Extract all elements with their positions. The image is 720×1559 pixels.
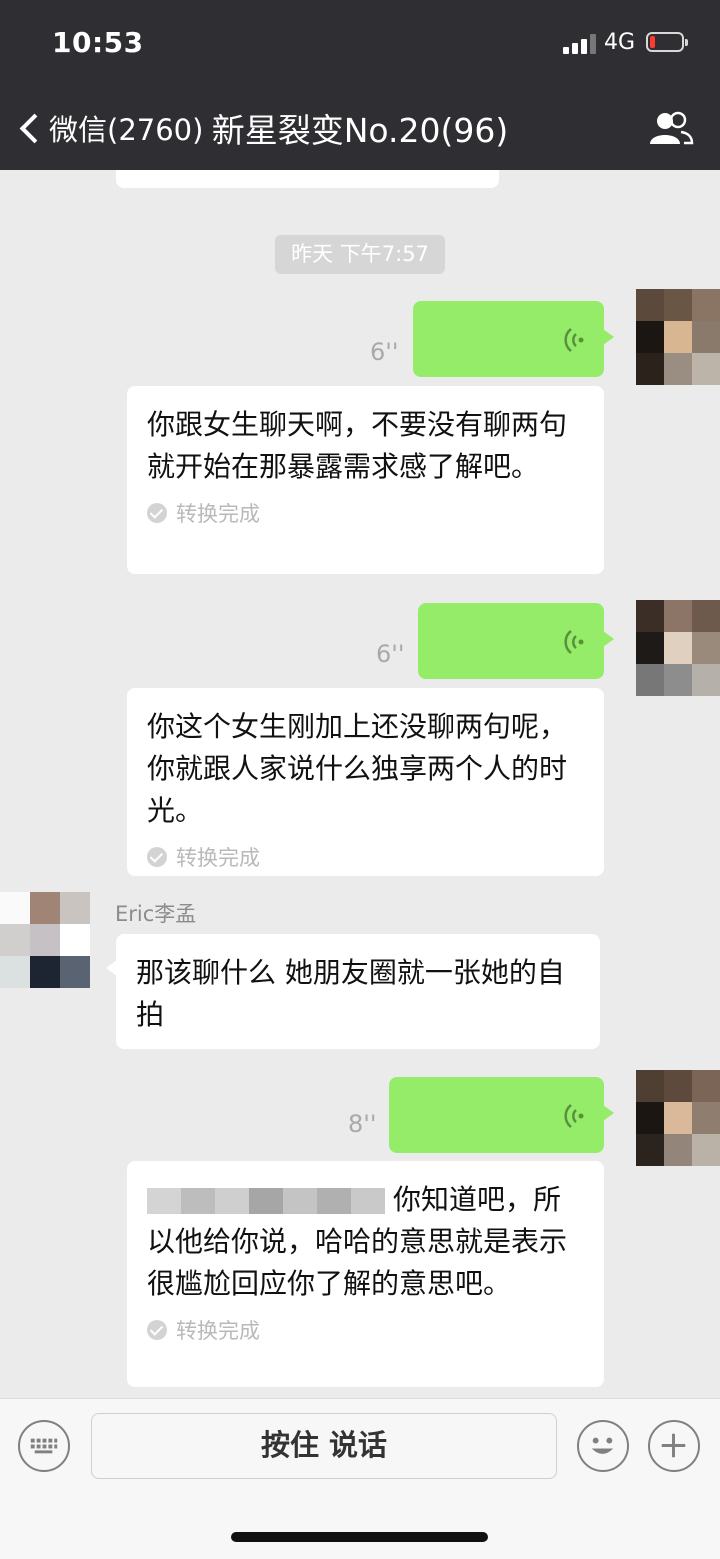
check-icon — [147, 1320, 167, 1340]
conversion-status: 转换完成 — [147, 842, 582, 872]
check-icon — [147, 847, 167, 867]
transcript-bubble[interactable]: 你知道吧，所以他给你说，哈哈的意思就是表示很尴尬回应你了解的意思吧。 转换完成 — [127, 1161, 604, 1387]
chat-area[interactable]: 昨天 下午7:57 6'' 你跟女生聊天啊，不要没有聊两句就开始在那暴露需求感了… — [0, 170, 720, 1398]
more-button[interactable] — [648, 1420, 700, 1472]
conversion-status-label: 转换完成 — [176, 1319, 260, 1343]
hold-to-talk-button[interactable]: 按住 说话 — [91, 1413, 557, 1479]
voice-wave-icon — [564, 328, 584, 352]
voice-duration: 8'' — [348, 1110, 377, 1138]
avatar[interactable] — [0, 892, 90, 988]
chat-title: 新星裂变No.20(96) — [211, 111, 509, 150]
home-indicator[interactable] — [231, 1532, 488, 1542]
conversion-status: 转换完成 — [147, 498, 582, 528]
voice-message-bubble[interactable] — [418, 603, 614, 679]
check-icon — [147, 503, 167, 523]
group-members-icon[interactable] — [648, 110, 694, 146]
transcript-bubble[interactable]: 你这个女生刚加上还没聊两句呢，你就跟人家说什么独享两个人的时光。 转换完成 — [127, 688, 604, 876]
network-label: 4G — [604, 30, 636, 55]
conversion-status-label: 转换完成 — [176, 846, 260, 870]
keyboard-icon — [30, 1438, 58, 1454]
top-bar: 10:53 4G 微信(2760) 新星裂变No.20(96) — [0, 0, 720, 170]
voice-message-bubble[interactable] — [413, 301, 614, 377]
emoji-icon — [591, 1437, 614, 1454]
conversion-status-label: 转换完成 — [176, 502, 260, 526]
transcript-bubble[interactable]: 你跟女生聊天啊，不要没有聊两句就开始在那暴露需求感了解吧。 转换完成 — [127, 386, 604, 574]
timestamp-pill: 昨天 下午7:57 — [275, 235, 445, 274]
voice-message-bubble[interactable] — [389, 1077, 614, 1153]
home-area — [0, 1494, 720, 1559]
conversion-status: 转换完成 — [147, 1315, 582, 1345]
voice-duration: 6'' — [370, 338, 399, 366]
redacted-text — [147, 1188, 385, 1214]
voice-wave-icon — [564, 630, 584, 654]
message-text: 那该聊什么 她朋友圈就一张她的自拍 — [136, 956, 565, 1031]
voice-duration: 6'' — [376, 640, 405, 668]
signal-icon — [563, 34, 597, 54]
plus-icon — [661, 1433, 686, 1458]
emoji-button[interactable] — [577, 1420, 629, 1472]
avatar[interactable] — [636, 289, 720, 385]
previous-message-bubble[interactable] — [116, 170, 499, 188]
status-time: 10:53 — [52, 26, 144, 59]
sender-name: Eric李孟 — [115, 902, 197, 926]
avatar[interactable] — [636, 1070, 720, 1166]
keyboard-toggle-button[interactable] — [18, 1420, 70, 1472]
voice-wave-icon — [564, 1104, 584, 1128]
battery-icon — [646, 32, 688, 52]
text-message-bubble[interactable]: 那该聊什么 她朋友圈就一张她的自拍 — [106, 934, 600, 1049]
input-bar: 按住 说话 — [0, 1398, 720, 1495]
transcript-text: 你跟女生聊天啊，不要没有聊两句就开始在那暴露需求感了解吧。 — [147, 408, 568, 483]
avatar[interactable] — [636, 600, 720, 696]
transcript-text: 你这个女生刚加上还没聊两句呢，你就跟人家说什么独享两个人的时光。 — [147, 710, 568, 827]
